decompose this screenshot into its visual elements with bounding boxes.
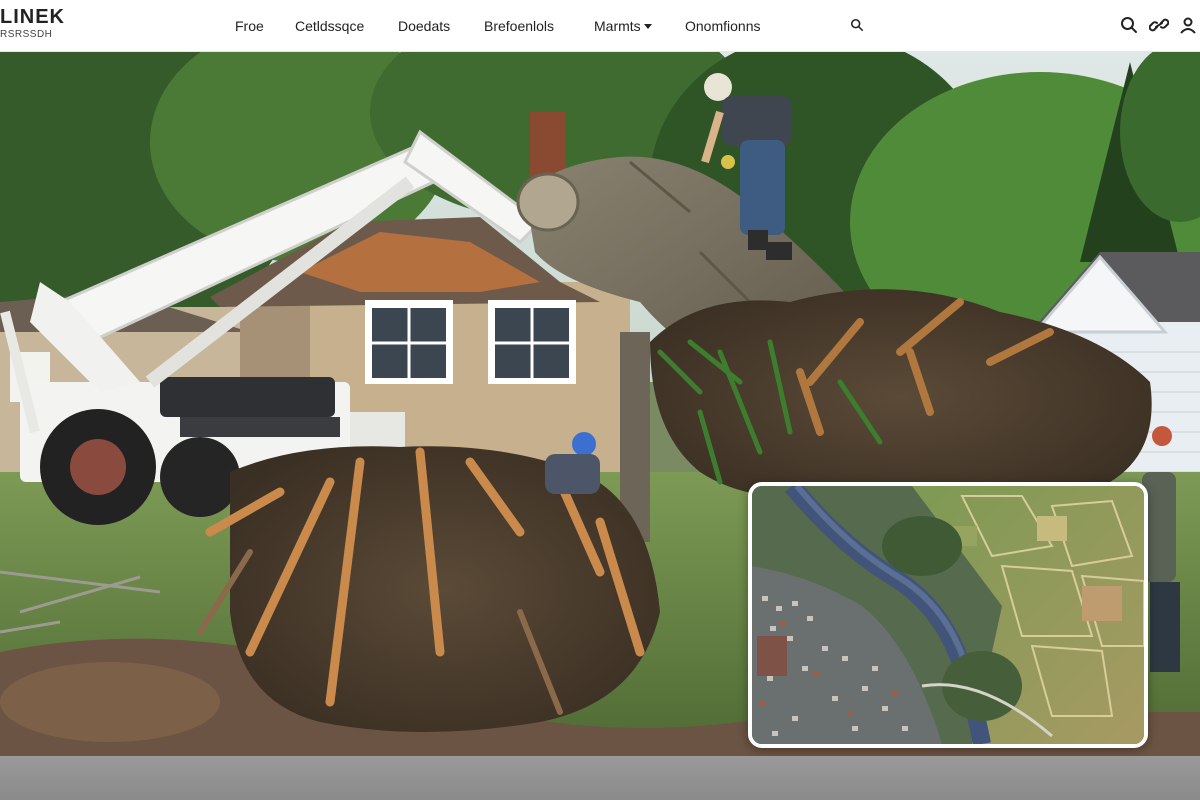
- search-icon: [850, 18, 864, 32]
- nav-item-4[interactable]: Brefoenlols: [484, 16, 554, 36]
- aerial-inset-image: [748, 482, 1148, 748]
- toolbar-account-button[interactable]: [1176, 13, 1200, 37]
- nav-search-button[interactable]: [845, 13, 869, 37]
- nav-item-6[interactable]: Onomfionns: [685, 16, 760, 36]
- chevron-down-icon: [643, 23, 652, 29]
- brand-subtitle: RSRSSDH: [0, 29, 53, 40]
- brand-logo[interactable]: LINEK RSRSSDH: [0, 6, 70, 46]
- top-navigation-bar: LINEK RSRSSDH Froe Cetldssqce Doedats Br…: [0, 0, 1200, 52]
- search-icon: [1121, 17, 1137, 33]
- nav-item-5-label: Marmts: [594, 18, 641, 34]
- aerial-map-scene: [752, 486, 1144, 744]
- nav-item-5-dropdown[interactable]: Marmts: [594, 16, 652, 36]
- brand-title: LINEK: [0, 6, 65, 28]
- link-icon: [1149, 18, 1169, 32]
- toolbar-link-button[interactable]: [1147, 13, 1171, 37]
- toolbar-search-button[interactable]: [1117, 13, 1141, 37]
- account-icon: [1180, 17, 1196, 34]
- bottom-gray-bar: [0, 756, 1200, 800]
- nav-item-3[interactable]: Doedats: [398, 16, 450, 36]
- nav-item-1[interactable]: Froe: [235, 16, 264, 36]
- nav-item-2[interactable]: Cetldssqce: [295, 16, 364, 36]
